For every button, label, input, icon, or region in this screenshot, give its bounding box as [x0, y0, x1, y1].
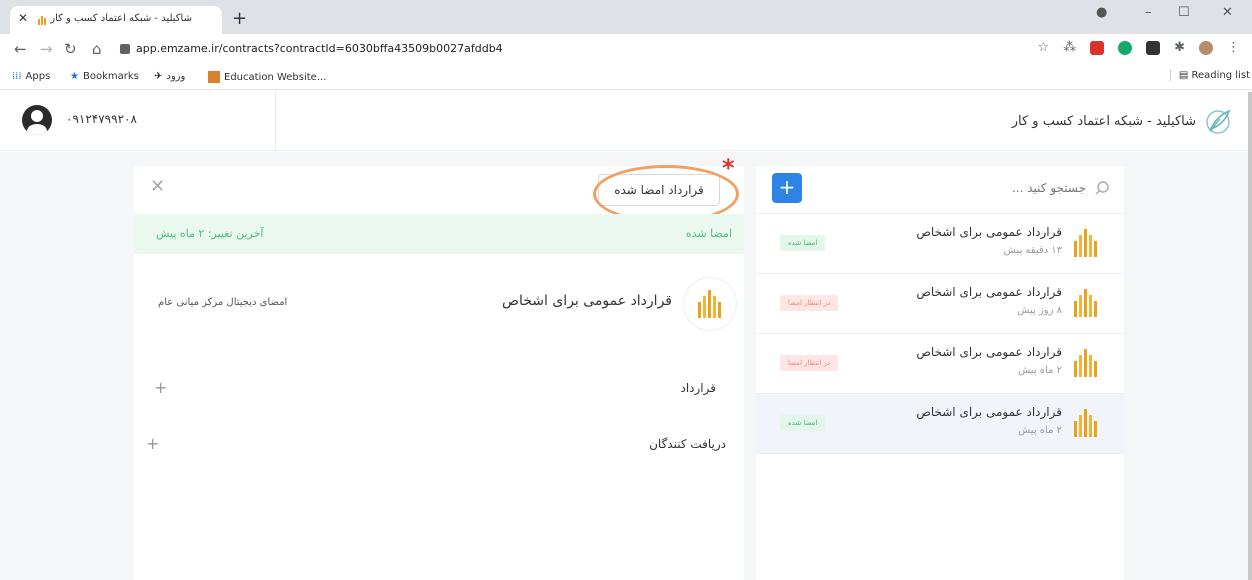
lock-icon [120, 44, 130, 54]
item-title: قرارداد عمومی برای اشخاص [916, 225, 1062, 239]
document-row: قرارداد عمومی برای اشخاص امضای دیجیتال م… [134, 278, 744, 338]
browser-toolbar: ← → ↻ ⌂ app.emzame.ir/contracts?contract… [0, 34, 1252, 64]
minimize-button[interactable]: – [1145, 5, 1152, 20]
address-bar[interactable]: app.emzame.ir/contracts?contractId=6030b… [120, 38, 520, 60]
tab-title: شاکیلید - شبکه اعتماد کسب و کار [50, 13, 192, 24]
user-avatar-icon[interactable] [22, 105, 52, 135]
status-badge: در انتظار امضا [780, 355, 839, 371]
item-time: ۸ روز پیش [1017, 305, 1062, 316]
list-item[interactable]: قرارداد عمومی برای اشخاص ۸ روز پیش در ان… [756, 274, 1124, 334]
profile-avatar-icon[interactable] [1199, 40, 1213, 55]
bookmark-bookmarks[interactable]: ★ Bookmarks [70, 71, 139, 82]
section-label: دریافت کنندگان [649, 437, 726, 451]
profile-dot-icon[interactable]: ● [1096, 5, 1107, 20]
maximize-button[interactable]: ☐ [1178, 5, 1190, 20]
item-title: قرارداد عمومی برای اشخاص [916, 405, 1062, 419]
apps-grid-icon: ⁞⁞⁞ [12, 71, 22, 82]
reading-list-icon: ▤ [1178, 70, 1192, 81]
pdf-extension-icon[interactable] [1090, 40, 1105, 55]
section-recipients[interactable]: + دریافت کنندگان [134, 430, 744, 460]
extension-puzzle-icon[interactable]: ⁂ [1063, 40, 1076, 55]
extensions-icon[interactable]: ✱ [1174, 40, 1185, 55]
window-close-button[interactable]: ✕ [1222, 5, 1233, 20]
bird-icon: ✈ [154, 71, 163, 82]
brand-name: شاکیلید - شبکه اعتماد کسب و کار [1011, 113, 1196, 129]
search-bar: + [756, 166, 1124, 214]
contract-detail-panel: ✕ قرارداد امضا شده * آخرین تغییر: ۲ ماه … [134, 154, 744, 580]
browser-tab[interactable]: شاکیلید - شبکه اعتماد کسب و کار ✕ [10, 6, 222, 34]
tab-close-icon[interactable]: ✕ [18, 11, 28, 25]
reload-icon[interactable]: ↻ [64, 40, 77, 58]
user-phone: ۰۹۱۲۴۷۹۹۲۰۸ [66, 112, 137, 126]
item-time: ۱۳ دقیقه پیش [1003, 245, 1062, 256]
app-header: ۰۹۱۲۴۷۹۹۲۰۸ شاکیلید - شبکه اعتماد کسب و … [0, 91, 1252, 151]
status-badge: در انتظار امضا [780, 295, 839, 311]
bookmarks-bar: ⁞⁞⁞ Apps ★ Bookmarks ✈ ورود Education Websi… [0, 64, 1252, 90]
forward-arrow-icon[interactable]: → [40, 40, 53, 58]
url-text: app.emzame.ir/contracts?contractId=6030b… [136, 42, 503, 55]
user-menu[interactable]: ۰۹۱۲۴۷۹۹۲۰۸ [0, 91, 276, 151]
browser-menu-icon[interactable]: ⋮ [1227, 40, 1240, 55]
back-arrow-icon[interactable]: ← [14, 40, 27, 58]
education-favicon-icon [208, 71, 220, 83]
home-icon[interactable]: ⌂ [92, 40, 102, 58]
add-contract-button[interactable]: + [772, 173, 802, 203]
list-item-selected[interactable]: قرارداد عمومی برای اشخاص ۲ ماه پیش امضا … [756, 394, 1124, 454]
extension-icons: ☆ ⁂ ✱ ⋮ [1037, 40, 1240, 55]
search-input[interactable] [926, 181, 1086, 195]
contract-logo-icon [1074, 409, 1097, 437]
status-bar: آخرین تغییر: ۲ ماه پیش امضا شده [134, 214, 744, 254]
expand-plus-icon[interactable]: + [154, 378, 167, 397]
contract-logo-icon [1074, 349, 1097, 377]
grammar-extension-icon[interactable] [1118, 40, 1133, 55]
expand-plus-icon[interactable]: + [146, 434, 159, 453]
bookmark-login[interactable]: ✈ ورود [154, 71, 185, 82]
list-item[interactable]: قرارداد عمومی برای اشخاص ۲ ماه پیش در ان… [756, 334, 1124, 394]
item-title: قرارداد عمومی برای اشخاص [916, 285, 1062, 299]
search-icon [1095, 181, 1109, 195]
browser-tab-strip: شاکیلید - شبکه اعتماد کسب و کار ✕ + ● – … [0, 0, 1252, 34]
close-icon[interactable]: ✕ [150, 176, 165, 197]
bookmark-star-icon[interactable]: ☆ [1037, 40, 1049, 55]
annotation-star: * [722, 154, 735, 182]
item-title: قرارداد عمومی برای اشخاص [916, 345, 1062, 359]
signature-type: امضای دیجیتال مرکز میانی عام [158, 297, 288, 308]
section-contract[interactable]: + قرارداد [134, 374, 744, 404]
document-title: قرارداد عمومی برای اشخاص [502, 293, 672, 309]
site-favicon-icon [38, 16, 46, 25]
bookmark-apps[interactable]: ⁞⁞⁞ Apps [12, 71, 50, 82]
contract-list-panel: + قرارداد عمومی برای اشخاص ۱۳ دقیقه پیش … [756, 166, 1124, 580]
signed-contract-button[interactable]: قرارداد امضا شده [598, 174, 720, 206]
bookmark-education[interactable]: Education Website... [208, 71, 326, 83]
last-change-text: آخرین تغییر: ۲ ماه پیش [156, 227, 264, 240]
contract-logo-icon [684, 278, 736, 330]
new-tab-button[interactable]: + [232, 8, 247, 29]
item-time: ۲ ماه پیش [1018, 365, 1062, 376]
item-time: ۲ ماه پیش [1018, 425, 1062, 436]
status-label: امضا شده [685, 227, 732, 240]
star-icon: ★ [70, 71, 79, 82]
main-area: ✕ قرارداد امضا شده * آخرین تغییر: ۲ ماه … [0, 152, 1252, 580]
brand[interactable]: شاکیلید - شبکه اعتماد کسب و کار [1012, 107, 1232, 135]
feather-logo-icon [1206, 109, 1231, 134]
page-scrollbar[interactable] [1248, 92, 1252, 580]
status-badge: امضا شده [780, 235, 826, 251]
contract-logo-icon [1074, 289, 1097, 317]
media-extension-icon[interactable] [1146, 40, 1161, 55]
section-label: قرارداد [680, 381, 716, 395]
reading-list-button[interactable]: ▤ Reading list [1169, 70, 1250, 81]
contract-logo-icon [1074, 229, 1097, 257]
list-item[interactable]: قرارداد عمومی برای اشخاص ۱۳ دقیقه پیش ام… [756, 214, 1124, 274]
status-badge: امضا شده [780, 415, 826, 431]
